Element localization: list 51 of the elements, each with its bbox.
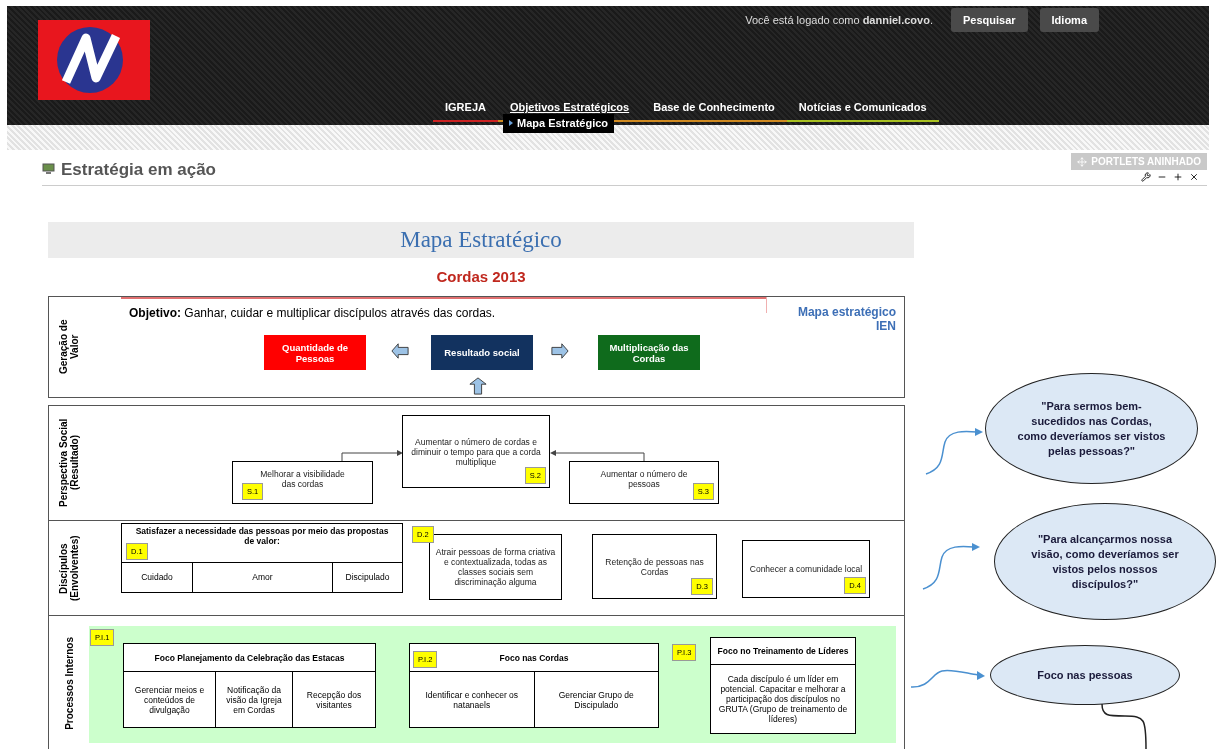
- box-text: Retenção de pessoas nas Cordas: [604, 556, 705, 577]
- header-button[interactable]: Idioma: [1039, 8, 1099, 32]
- row-label: Discípulos (Envolventes): [58, 534, 80, 603]
- portlet-title: Estratégia em ação: [61, 158, 216, 181]
- map-title: Mapa Estratégico: [400, 225, 562, 254]
- block-arrow-icon: [391, 341, 409, 361]
- value-box: Quantidade de Pessoas: [264, 335, 366, 370]
- value-box: Resultado social: [431, 335, 533, 370]
- box-text: Atrair pessoas de forma criativa e contextualizada, todas as classes sociais sem discriminação alguma: [434, 547, 557, 587]
- portlet-icon: [42, 163, 55, 176]
- box-text: Aumentar o número de cordas e diminuir o tempo para que a corda multiplique: [410, 436, 542, 467]
- maximize-icon[interactable]: [1173, 172, 1183, 182]
- curved-arrow: [922, 541, 980, 591]
- process-cell-text: Identificar e conhecer os natanaels: [424, 688, 520, 712]
- move-icon: [1077, 156, 1088, 167]
- map-subtitle: Cordas 2013: [436, 266, 526, 287]
- row-label: Processos Internos: [63, 636, 75, 730]
- process-cell: Gerenciar Grupo de Discipulado: [533, 672, 658, 727]
- curved-arrow: [925, 426, 983, 476]
- proposal-cell-text: Cuidado: [140, 571, 174, 585]
- group-title: Foco no Treinamento de Líderes: [716, 646, 850, 656]
- proposal-cell: Amor: [192, 563, 332, 592]
- block-arrow-icon: [551, 341, 569, 361]
- value-box: Multiplicação das Cordas: [598, 335, 700, 370]
- login-text: Você está logado como danniel.covo.: [745, 12, 933, 28]
- process-cell: Recepção dos visitantes: [292, 672, 375, 727]
- map-note: Mapa estratégico IEN: [796, 305, 896, 333]
- objective-text: Objetivo: Ganhar, cuidar e multiplicar discípulos através das cordas.: [129, 305, 496, 322]
- nav-tab[interactable]: Base de Conhecimento: [641, 99, 787, 122]
- group-title: Satisfazer a necessidade das pessoas por meio das propostas de valor:: [134, 526, 390, 546]
- group-title: Foco Planejamento da Celebração das Estacas: [153, 652, 346, 663]
- row-label: Perspectiva Social (Resultado): [58, 417, 80, 510]
- settings-icon[interactable]: [1141, 172, 1151, 182]
- row-label: Geração de Valor: [58, 319, 80, 375]
- box-text: Aumentar o número de pessoas: [599, 468, 689, 489]
- header-button[interactable]: Pesquisar: [950, 8, 1028, 32]
- connector-arrow: [341, 449, 403, 462]
- caret-icon: [508, 120, 513, 127]
- process-cell-text: Cada discípulo é um líder em potencial. Capacitar e melhorar a participação dos discípulos no GRUTA (Grupo de treinamento de líderes): [717, 673, 849, 726]
- submenu-item[interactable]: Mapa Estratégico: [502, 114, 615, 133]
- process-cell: Notificação da visão da Igreja em Cordas: [215, 672, 292, 727]
- bubble-text: Foco nas pessoas: [1037, 667, 1133, 683]
- nav-tab[interactable]: Notícias e Comunicados: [786, 99, 939, 122]
- proposal-cell: Discipulado: [332, 563, 402, 592]
- nav-tab[interactable]: IGREJA: [433, 99, 498, 122]
- group-title: Foco nas Cordas: [498, 652, 570, 663]
- box-text: Conhecer a comunidade local: [749, 564, 863, 574]
- close-icon[interactable]: [1189, 172, 1199, 182]
- process-cell-text: Gerenciar meios e conteúdos de divulgação: [133, 683, 206, 717]
- bubble-text: "Para sermos bem-sucedidos nas Cordas, como deveríamos ser vistos pelas pessoas?": [1016, 398, 1167, 459]
- bubble-text: "Para alcançarmos nossa visão, como deveríamos ser vistos pelos nossos discípulos?": [1030, 531, 1180, 592]
